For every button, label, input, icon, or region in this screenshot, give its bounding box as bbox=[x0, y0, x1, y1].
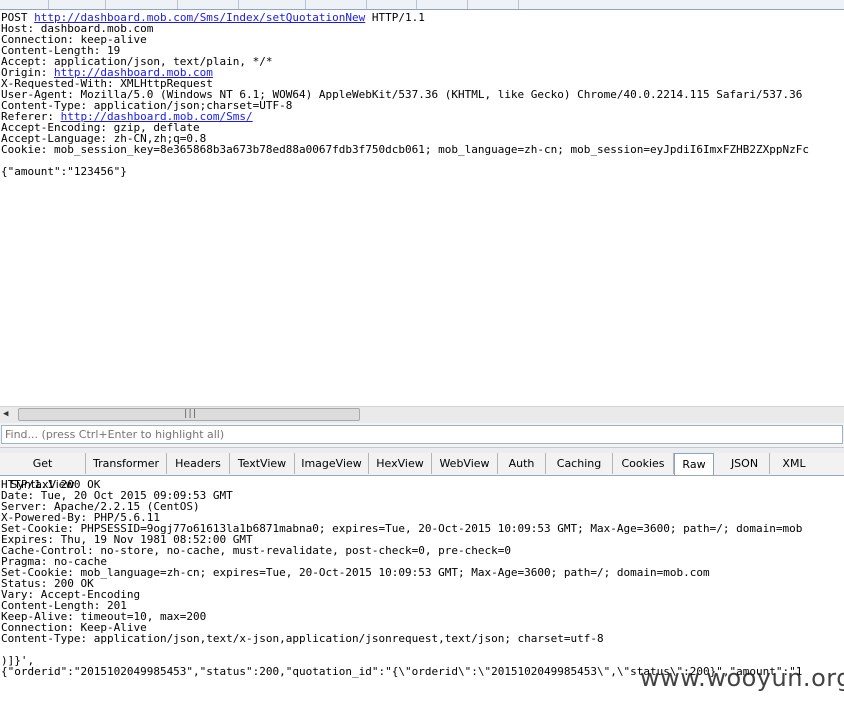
tab-divider bbox=[305, 0, 306, 9]
tab-imageview[interactable]: ImageView bbox=[295, 453, 369, 474]
response-header: Content-Type: application/json,text/x-js… bbox=[1, 632, 604, 645]
find-bar bbox=[0, 423, 844, 447]
response-header: Set-Cookie: mob_language=zh-cn; expires=… bbox=[1, 566, 710, 579]
tab-divider bbox=[467, 0, 468, 9]
tab-xml[interactable]: XML bbox=[770, 453, 818, 474]
horizontal-scrollbar[interactable]: ◀ ||| bbox=[0, 406, 844, 424]
tab-textview[interactable]: TextView bbox=[230, 453, 295, 474]
request-protocol: HTTP/1.1 bbox=[371, 11, 425, 24]
tab-caching[interactable]: Caching bbox=[546, 453, 613, 474]
tab-transformer[interactable]: Transformer bbox=[86, 453, 167, 474]
scrollbar-thumb[interactable]: ||| bbox=[18, 408, 360, 421]
tab-headers[interactable]: Headers bbox=[167, 453, 230, 474]
tab-json[interactable]: JSON bbox=[720, 453, 770, 474]
tab-divider bbox=[366, 0, 367, 9]
tab-webview[interactable]: WebView bbox=[432, 453, 498, 474]
request-raw-view[interactable]: POST http://dashboard.mob.com/Sms/Index/… bbox=[0, 10, 844, 406]
response-tab-bar: Get SyntaxView Transformer Headers TextV… bbox=[0, 453, 844, 491]
request-header: Cookie: mob_session_key=8e365868b3a673b7… bbox=[1, 143, 809, 156]
tab-divider bbox=[518, 0, 519, 9]
grip-icon: ||| bbox=[183, 409, 197, 419]
tab-hexview[interactable]: HexView bbox=[369, 453, 432, 474]
tab-divider bbox=[177, 0, 178, 9]
top-tab-strip bbox=[0, 0, 844, 10]
scroll-left-icon[interactable]: ◀ bbox=[3, 409, 8, 419]
tab-divider bbox=[48, 0, 49, 9]
tab-divider bbox=[105, 0, 106, 9]
tab-get-syntaxview[interactable]: Get SyntaxView bbox=[0, 453, 86, 491]
tab-raw[interactable]: Raw bbox=[674, 453, 714, 475]
tab-divider bbox=[416, 0, 417, 9]
tab-cookies[interactable]: Cookies bbox=[613, 453, 674, 474]
tab-auth[interactable]: Auth bbox=[498, 453, 546, 474]
watermark: www.wooyun.org bbox=[640, 664, 844, 692]
request-body: {"amount":"123456"} bbox=[1, 165, 127, 178]
tab-divider bbox=[238, 0, 239, 9]
find-input[interactable] bbox=[1, 425, 843, 444]
